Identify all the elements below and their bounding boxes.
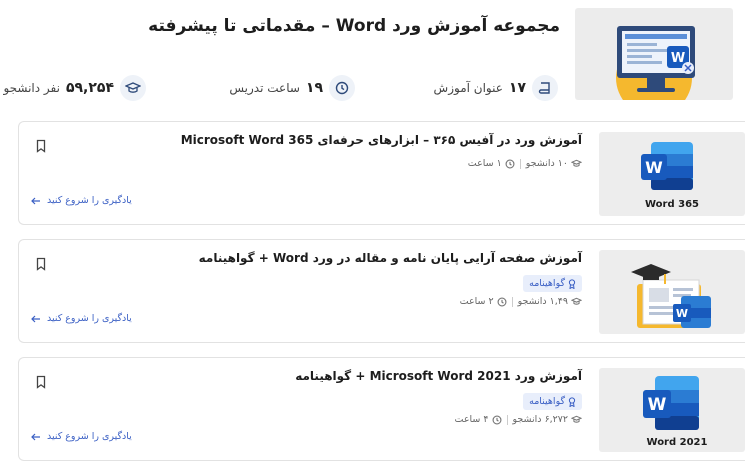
hours-label: ساعت تدریس: [229, 81, 300, 95]
stat-hours: ۱۹ ساعت تدریس: [229, 74, 355, 102]
course-thumbnail: W Word 2021: [599, 368, 745, 452]
graduation-cap-icon: [120, 75, 146, 101]
start-learning-link[interactable]: یادگیری را شروع کنید: [31, 431, 132, 442]
start-learning-label[interactable]: یادگیری را شروع کنید: [47, 313, 132, 324]
word-365-logo-icon: W Word 365: [641, 142, 699, 210]
clock-icon: [329, 75, 355, 101]
course-thumbnail: W Word 365: [599, 132, 745, 216]
course-meta: ۱,۴۹ دانشجو ۲ ساعت: [460, 296, 582, 307]
page-title: مجموعه آموزش ورد Word – مقدماتی تا پیشرف…: [148, 16, 560, 36]
course-students: ۱۰ دانشجو: [525, 158, 568, 169]
students-label: نفر دانشجو: [3, 81, 60, 95]
course-meta: ۶,۲۷۲ دانشجو ۴ ساعت: [455, 414, 582, 425]
svg-text:W: W: [676, 307, 688, 320]
start-learning-link[interactable]: یادگیری را شروع کنید: [31, 195, 132, 206]
certificate-badge: گواهینامه: [523, 275, 582, 292]
certificate-label: گواهینامه: [529, 396, 565, 407]
collection-thumbnail: W: [575, 8, 733, 100]
svg-text:W: W: [671, 51, 685, 66]
course-card[interactable]: W آموزش صفحه آرایی پایان نامه و مقاله در…: [18, 239, 745, 343]
course-students: ۱,۴۹ دانشجو: [517, 296, 568, 307]
students-count: ۵۹,۲۵۴: [65, 80, 114, 96]
hours-count: ۱۹: [305, 80, 323, 96]
graduation-cap-icon: [571, 415, 582, 424]
certificate-label: گواهینامه: [529, 278, 565, 289]
word-2021-logo-icon: W Word 2021: [643, 376, 708, 448]
course-card[interactable]: W Word 365 آموزش ورد در آفیس ۳۶۵ – ابزار…: [18, 121, 745, 225]
svg-text:W: W: [645, 158, 663, 177]
bookmark-icon[interactable]: [35, 257, 47, 271]
course-duration: ۱ ساعت: [467, 158, 502, 169]
graduation-cap-icon: [571, 159, 582, 168]
clock-icon: [492, 415, 502, 425]
course-duration: ۲ ساعت: [459, 296, 494, 307]
course-title[interactable]: آموزش ورد در آفیس ۳۶۵ – ابزارهای حرفه‌ای…: [181, 133, 582, 147]
thumb-caption: Word 365: [645, 199, 699, 210]
course-title[interactable]: آموزش ورد Microsoft Word 2021 + گواهینام…: [295, 369, 582, 383]
certificate-icon: [568, 278, 576, 289]
collection-header: W مجموعه آموزش ورد Word – مقدماتی تا پیش…: [0, 0, 745, 115]
stat-lessons: ۱۷ عنوان آموزش: [434, 74, 558, 102]
lessons-label: عنوان آموزش: [433, 81, 503, 95]
thesis-word-illustration: W: [631, 264, 711, 328]
start-learning-link[interactable]: یادگیری را شروع کنید: [31, 313, 132, 324]
start-learning-label[interactable]: یادگیری را شروع کنید: [47, 195, 132, 206]
bookmark-icon[interactable]: [35, 139, 47, 153]
meta-divider: [511, 296, 513, 307]
computer-word-illustration: W: [616, 26, 695, 100]
thumb-caption: Word 2021: [647, 437, 708, 448]
course-duration: ۴ ساعت: [454, 414, 489, 425]
lessons-count: ۱۷: [508, 80, 526, 96]
clock-icon: [505, 159, 515, 169]
course-thumbnail: W: [599, 250, 745, 334]
bookmark-icon[interactable]: [35, 375, 47, 389]
course-card[interactable]: W Word 2021 آموزش ورد Microsoft Word 202…: [18, 357, 745, 461]
svg-text:W: W: [648, 395, 667, 415]
graduation-cap-icon: [571, 297, 582, 306]
course-meta: ۱۰ دانشجو ۱ ساعت: [468, 158, 582, 169]
start-learning-label[interactable]: یادگیری را شروع کنید: [47, 431, 132, 442]
meta-divider: [506, 414, 508, 425]
course-students: ۶,۲۷۲ دانشجو: [512, 414, 569, 425]
arrow-left-icon: [31, 315, 40, 322]
meta-divider: [519, 158, 521, 169]
stat-students: ۵۹,۲۵۴ نفر دانشجو: [3, 74, 146, 102]
course-title[interactable]: آموزش صفحه آرایی پایان نامه و مقاله در و…: [199, 251, 582, 265]
arrow-left-icon: [31, 197, 40, 204]
certificate-badge: گواهینامه: [523, 393, 582, 410]
arrow-left-icon: [31, 433, 40, 440]
book-icon: [532, 75, 558, 101]
clock-icon: [497, 297, 507, 307]
certificate-icon: [568, 396, 576, 407]
